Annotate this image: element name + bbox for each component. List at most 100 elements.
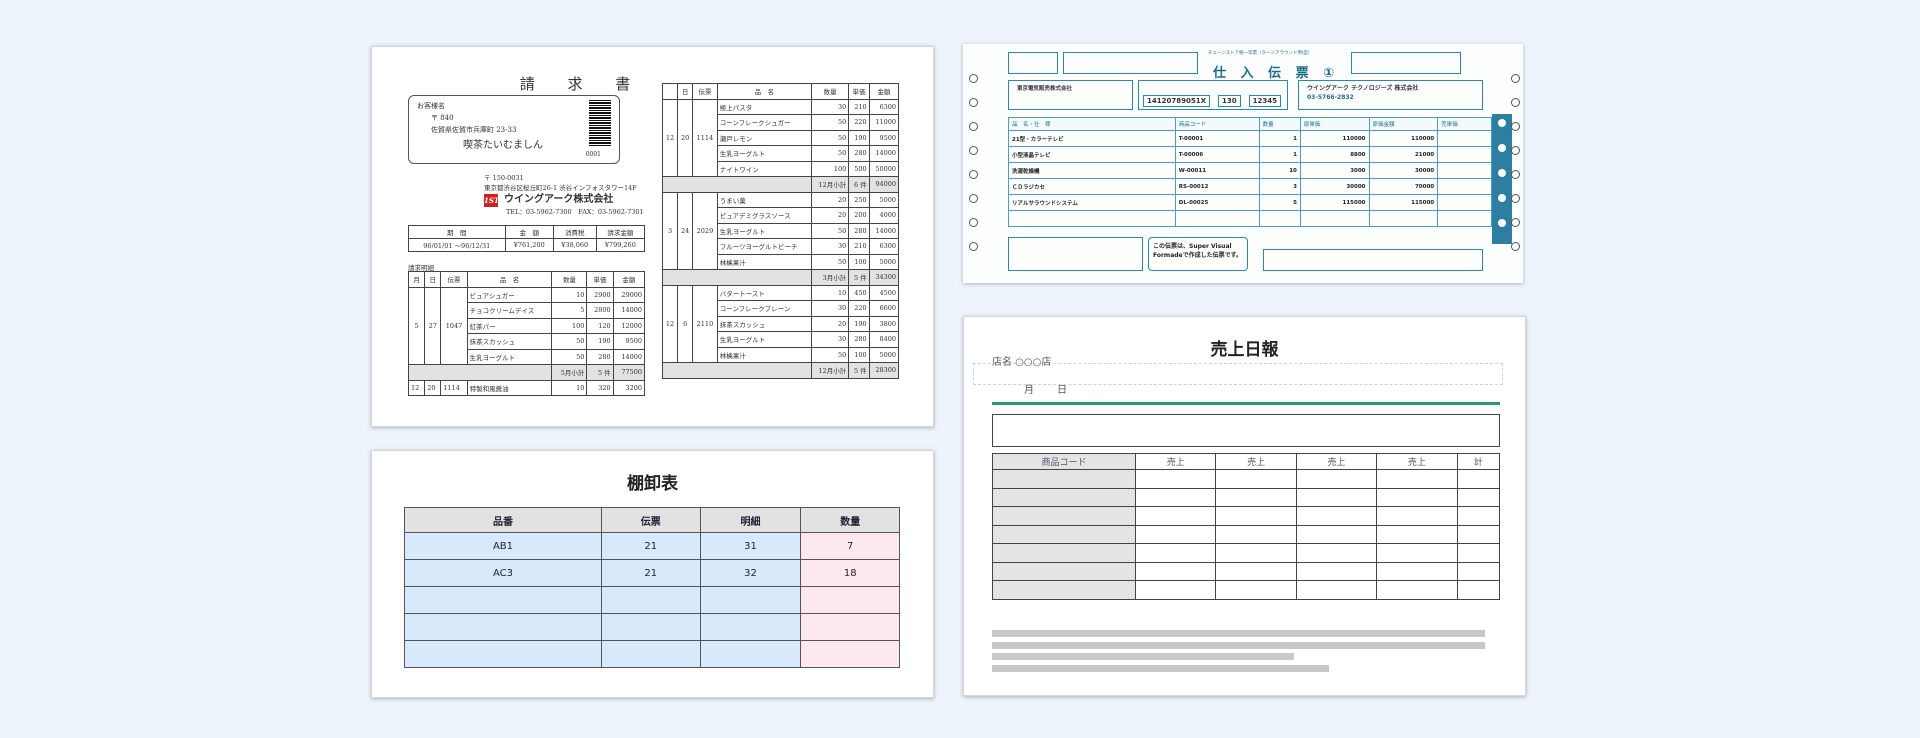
subtotal-label: 12月小計 — [810, 362, 850, 379]
detail-cell: 50 — [810, 253, 850, 270]
inventory-cell — [601, 640, 701, 668]
sender-address: 東京都渋谷区桜丘町26-1 渋谷インフォスタワー14F — [484, 184, 637, 192]
inventory-cell: 21 — [601, 532, 701, 560]
sales-cell — [1134, 524, 1217, 544]
purchase-slip-card[interactable]: チェーンストア統一伝票（ターンアラウンド用Ⅰ型） 仕 入 伝 票 ① 東京電気販… — [963, 44, 1523, 283]
detail-header — [661, 83, 679, 100]
detail-cell: 極上パスタ — [716, 98, 812, 115]
detail-month: 3 — [661, 191, 679, 270]
sales-cell — [1134, 580, 1217, 600]
table-row: ＣＤラジカセ RS-00012 3 30000 70000 — [1008, 178, 1492, 195]
sales-cell — [1376, 543, 1458, 563]
detail-cell: 210 — [848, 98, 870, 115]
table-row: 3 24 2029 うまい菓 20 250 5000 — [661, 191, 900, 270]
sales-cell — [1295, 543, 1378, 563]
summary-cell: ¥761,200 — [504, 238, 554, 252]
subtotal-label: 12月小計 — [810, 176, 850, 193]
detail-header: 単価 — [848, 83, 870, 100]
memo-box — [992, 414, 1500, 447]
inventory-cell — [601, 613, 701, 641]
sales-cell — [1376, 487, 1458, 507]
slip-cell: 3000 — [1299, 162, 1370, 179]
detail-cell: 20 — [810, 191, 850, 208]
sales-cell — [1456, 506, 1501, 526]
inventory-cell — [699, 613, 802, 641]
detail-slip: 2029 — [692, 191, 718, 270]
sales-cell — [1215, 561, 1297, 581]
detail-cell: バタートースト — [716, 284, 812, 301]
detail-cell: 紅茶パー — [466, 317, 553, 334]
detail-cell: うまい菓 — [716, 191, 812, 208]
detail-header: 伝票 — [440, 271, 468, 288]
table-row — [992, 506, 1501, 526]
sales-cell — [1376, 469, 1458, 489]
detail-slip: 1047 — [440, 286, 468, 365]
sales-table: 商品コード 売上 売上 売上 売上計 — [992, 453, 1501, 600]
slip-cell: 115000 — [1368, 194, 1439, 211]
detail-cell: 220 — [848, 114, 870, 131]
sales-cell — [992, 487, 1136, 507]
detail-cell: 20 — [810, 315, 850, 332]
detail-day: 20 — [677, 98, 694, 177]
detail-cell: 4500 — [868, 284, 900, 301]
tractor-holes-left — [969, 74, 979, 266]
table-row — [992, 580, 1501, 600]
slip-cell — [1437, 162, 1492, 179]
sales-cell — [1456, 543, 1501, 563]
sales-cell — [992, 580, 1136, 600]
inventory-cell — [404, 613, 602, 641]
table-row: 21型・カラーテレビ T-00001 1 110000 110000 — [1008, 130, 1492, 147]
inventory-sample-card[interactable]: 棚卸表 品番 伝票 明細 数量 AB1 21 31 7 AC3 21 32 18 — [371, 450, 934, 698]
sales-cell — [1215, 580, 1297, 600]
tractor-holes-right — [1511, 74, 1521, 266]
table-row — [992, 487, 1501, 507]
slip-cell — [1437, 194, 1492, 211]
inventory-table: 品番 伝票 明細 数量 AB1 21 31 7 AC3 21 32 18 — [404, 507, 900, 668]
detail-cell: 3800 — [868, 315, 900, 332]
invoice-sample-card[interactable]: 請 求 書 お客様名 〒 840 佐賀県佐賀市兵庫町 23-33 喫茶たいむまし… — [371, 46, 934, 427]
subtotal-spacer — [662, 176, 812, 193]
detail-cell: 29000 — [612, 286, 646, 303]
table-row — [992, 469, 1501, 489]
sales-cell — [1376, 506, 1458, 526]
detail-cell: コーンフレークプレーン — [716, 300, 812, 317]
sales-cell — [1456, 580, 1501, 600]
slip-header: 品 名・仕 様 — [1008, 117, 1176, 131]
sales-cell — [1215, 543, 1297, 563]
detail-cell: 14000 — [612, 302, 646, 319]
detail-header: 日 — [677, 83, 694, 100]
detail-cell: 5000 — [868, 346, 900, 363]
sales-cell — [992, 543, 1136, 563]
detail-cell: 120 — [586, 317, 614, 334]
detail-cell: 250 — [848, 191, 870, 208]
sales-cell — [1215, 469, 1297, 489]
inventory-header: 明細 — [699, 507, 802, 533]
detail-cell: 6300 — [868, 98, 900, 115]
detail-cell: 100 — [848, 253, 870, 270]
detail-cell: ピュアデミグラスソース — [716, 207, 812, 224]
detail-cell: 100 — [848, 346, 870, 363]
inventory-cell — [404, 640, 602, 668]
detail-cell: 5000 — [868, 191, 900, 208]
sales-cell — [1376, 580, 1458, 600]
detail-cell: 林檎果汁 — [716, 253, 812, 270]
detail-cell: 210 — [848, 238, 870, 255]
slip-header: 売単価 — [1437, 117, 1492, 131]
detail-cell: 190 — [848, 315, 870, 332]
detail-cell: 50 — [810, 222, 850, 239]
inventory-cell: 21 — [601, 559, 701, 587]
detail-cell: フルーツヨーグルトビーチ — [716, 238, 812, 255]
sales-cell — [1134, 469, 1217, 489]
detail-cell: 280 — [586, 348, 614, 365]
summary-cell: ¥38,060 — [552, 238, 597, 252]
recipient-address: 佐賀県佐賀市兵庫町 23-33 — [431, 126, 517, 134]
detail-cell: 50 — [810, 129, 850, 146]
sales-cell — [1295, 506, 1378, 526]
sales-header: 売上 — [1134, 453, 1217, 470]
detail-cell: 190 — [848, 129, 870, 146]
sales-cell — [1376, 561, 1458, 581]
slip-cell: 8800 — [1299, 146, 1370, 163]
slip-cell: 21型・カラーテレビ — [1008, 130, 1176, 147]
detail-cell: 10 — [551, 286, 588, 303]
recipient-name: 喫茶たいむましん — [463, 140, 543, 151]
